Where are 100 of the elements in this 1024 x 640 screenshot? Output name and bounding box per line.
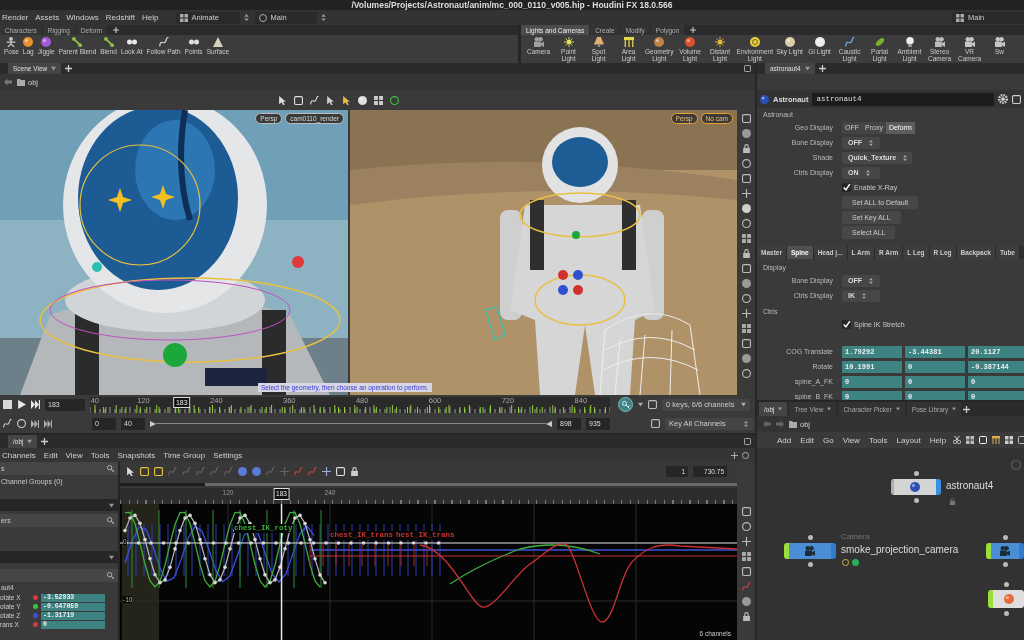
menu-item[interactable]: Layout xyxy=(894,435,923,445)
ring-icon[interactable] xyxy=(390,95,399,105)
plus-icon[interactable] xyxy=(963,405,971,413)
menu-item[interactable]: Time Group xyxy=(161,450,208,460)
search-icon[interactable] xyxy=(107,572,114,579)
square-icon[interactable] xyxy=(1012,94,1021,104)
menu-item[interactable]: Render xyxy=(0,13,31,22)
triangle-icon[interactable] xyxy=(546,420,552,427)
node-name[interactable]: astronaut4 xyxy=(946,480,994,491)
cursor-icon[interactable] xyxy=(278,95,287,105)
ring-icon[interactable] xyxy=(742,451,749,459)
square-icon[interactable] xyxy=(741,339,751,348)
spinner-arrows-icon[interactable] xyxy=(319,14,327,21)
checkbox[interactable] xyxy=(842,320,851,329)
lock-icon[interactable] xyxy=(741,249,751,258)
lock-icon[interactable] xyxy=(741,612,751,621)
scissors-icon[interactable] xyxy=(953,436,962,444)
square-icon[interactable] xyxy=(154,466,163,476)
menu-item[interactable]: Snapshots xyxy=(115,450,158,460)
table-icon[interactable] xyxy=(992,436,1001,444)
node-name[interactable]: smoke_projection_camera xyxy=(841,544,959,555)
plus-icon[interactable] xyxy=(113,27,120,33)
dot-icon[interactable] xyxy=(741,279,751,288)
square-icon[interactable] xyxy=(741,567,751,576)
menu-item[interactable]: Assets xyxy=(33,13,62,22)
ball-icon[interactable] xyxy=(358,95,367,105)
grid-icon[interactable] xyxy=(741,552,751,561)
search-icon[interactable] xyxy=(107,465,114,472)
crosshair-icon[interactable] xyxy=(741,189,751,198)
crosshair-icon[interactable] xyxy=(322,466,331,476)
animation-curve[interactable] xyxy=(124,523,737,583)
play-icon[interactable] xyxy=(17,400,26,409)
square-icon[interactable] xyxy=(294,95,303,105)
spinner-arrows-icon[interactable] xyxy=(242,14,250,21)
input-connector[interactable] xyxy=(913,471,919,476)
menu-item[interactable]: Edit xyxy=(41,450,60,460)
dot-icon[interactable] xyxy=(741,129,751,138)
skip-end-icon[interactable] xyxy=(44,419,52,428)
dot-icon[interactable] xyxy=(741,354,751,363)
key-button[interactable] xyxy=(618,397,633,412)
dot-icon[interactable] xyxy=(238,466,247,476)
search-icon[interactable] xyxy=(107,517,114,524)
menu-item[interactable]: Help xyxy=(140,13,161,22)
menu-item[interactable]: Go xyxy=(821,435,836,445)
menu-item[interactable]: Channels xyxy=(0,450,38,460)
plus-icon[interactable] xyxy=(65,65,73,72)
lock-icon[interactable] xyxy=(741,144,751,153)
input-connector[interactable] xyxy=(1003,582,1009,587)
dot-icon[interactable] xyxy=(741,204,751,213)
input-connector[interactable] xyxy=(1002,535,1008,540)
square-icon[interactable] xyxy=(741,174,751,183)
network-node[interactable] xyxy=(891,479,941,495)
skip-end-icon[interactable] xyxy=(31,400,40,409)
menu-item[interactable]: Tools xyxy=(88,450,112,460)
menu-item[interactable]: Help xyxy=(927,435,949,445)
grid-icon[interactable] xyxy=(374,95,383,105)
square-icon[interactable] xyxy=(741,264,751,273)
output-connector[interactable] xyxy=(807,562,813,567)
menu-item[interactable]: View xyxy=(840,435,862,445)
output-connector[interactable] xyxy=(1002,562,1008,567)
square-icon[interactable] xyxy=(651,419,660,428)
lock-icon[interactable] xyxy=(350,466,359,476)
network-node[interactable] xyxy=(784,543,836,559)
square-icon[interactable] xyxy=(741,507,751,516)
ring-icon[interactable] xyxy=(741,522,751,531)
square-icon[interactable] xyxy=(744,438,751,445)
menu-item[interactable]: Edit xyxy=(798,435,817,445)
caret-icon[interactable] xyxy=(638,402,643,407)
animation-curve[interactable] xyxy=(124,509,601,589)
ring-icon[interactable] xyxy=(741,369,751,378)
ring-icon[interactable] xyxy=(17,419,26,428)
grid-icon[interactable] xyxy=(741,324,751,333)
input-connector[interactable] xyxy=(807,535,813,540)
crosshair-icon[interactable] xyxy=(741,309,751,318)
menu-item[interactable]: Tools xyxy=(866,435,890,445)
plus-icon[interactable] xyxy=(818,65,826,72)
output-connector[interactable] xyxy=(913,498,919,503)
grid-icon[interactable] xyxy=(741,234,751,243)
square-icon[interactable] xyxy=(741,114,751,123)
menu-item[interactable]: Settings xyxy=(211,450,245,460)
dot-icon[interactable] xyxy=(741,597,751,606)
square-icon[interactable] xyxy=(140,466,149,476)
network-node[interactable] xyxy=(988,590,1024,608)
ring-icon[interactable] xyxy=(741,294,751,303)
crosshair-icon[interactable] xyxy=(741,537,751,546)
menu-item[interactable]: Windows xyxy=(64,13,101,22)
menu-item[interactable]: Redshift xyxy=(103,13,138,22)
crosshair-icon[interactable] xyxy=(731,451,738,459)
plus-icon[interactable] xyxy=(690,27,697,33)
dot-icon[interactable] xyxy=(252,466,261,476)
checkbox[interactable] xyxy=(842,183,851,192)
back-arrow-icon[interactable] xyxy=(4,78,12,86)
animation-curve[interactable] xyxy=(120,513,737,585)
ring-icon[interactable] xyxy=(741,219,751,228)
grid-icon[interactable] xyxy=(1005,436,1014,444)
menu-item[interactable]: Add xyxy=(775,435,794,445)
skip-end-icon[interactable] xyxy=(31,419,39,428)
output-connector[interactable] xyxy=(1003,611,1009,616)
network-node[interactable] xyxy=(986,543,1024,559)
ring-icon[interactable] xyxy=(741,159,751,168)
